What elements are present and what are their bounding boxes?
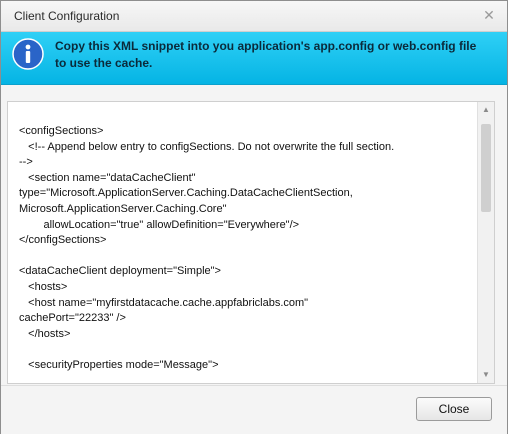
code-line: </hosts> (19, 327, 71, 340)
scrollbar-thumb[interactable] (481, 124, 491, 212)
banner-message: Copy this XML snippet into you applicati… (55, 39, 477, 70)
dialog-footer: Close (1, 385, 507, 434)
code-line: <section name="dataCacheClient" (19, 171, 196, 184)
code-line: <host name="myfirstdatacache.cache.appfa… (19, 296, 309, 309)
info-icon (12, 38, 44, 70)
dialog-title: Client Configuration (14, 9, 120, 23)
code-line: type="Microsoft.ApplicationServer.Cachin… (19, 187, 353, 200)
code-line: <!-- Append below entry to configSection… (19, 140, 395, 153)
close-button[interactable]: Close (416, 397, 492, 421)
xml-snippet-panel[interactable]: <configSections> <!-- Append below entry… (7, 101, 495, 384)
scroll-down-arrow-icon[interactable]: ▼ (478, 367, 494, 383)
code-line: <configSections> (19, 125, 104, 137)
code-line: Microsoft.ApplicationServer.Caching.Core… (19, 202, 227, 215)
code-line: <dataCacheClient deployment="Simple"> (19, 265, 221, 278)
xml-snippet-text[interactable]: <configSections> <!-- Append below entry… (19, 124, 469, 374)
vertical-scrollbar[interactable]: ▲ ▼ (477, 102, 494, 383)
code-line: <hosts> (19, 280, 68, 293)
code-line: --> (19, 156, 33, 169)
code-line: allowLocation="true" allowDefinition="Ev… (19, 218, 300, 231)
info-banner: Copy this XML snippet into you applicati… (1, 32, 507, 85)
scroll-up-arrow-icon[interactable]: ▲ (478, 102, 494, 118)
close-icon[interactable]: ✕ (481, 7, 497, 23)
code-line: </configSections> (19, 234, 107, 247)
title-bar: Client Configuration ✕ (1, 1, 507, 32)
code-line: cachePort="22233" /> (19, 312, 126, 325)
client-configuration-dialog: Client Configuration ✕ Copy this XML sni… (0, 0, 508, 434)
code-line: <securityProperties mode="Message"> (19, 358, 219, 371)
